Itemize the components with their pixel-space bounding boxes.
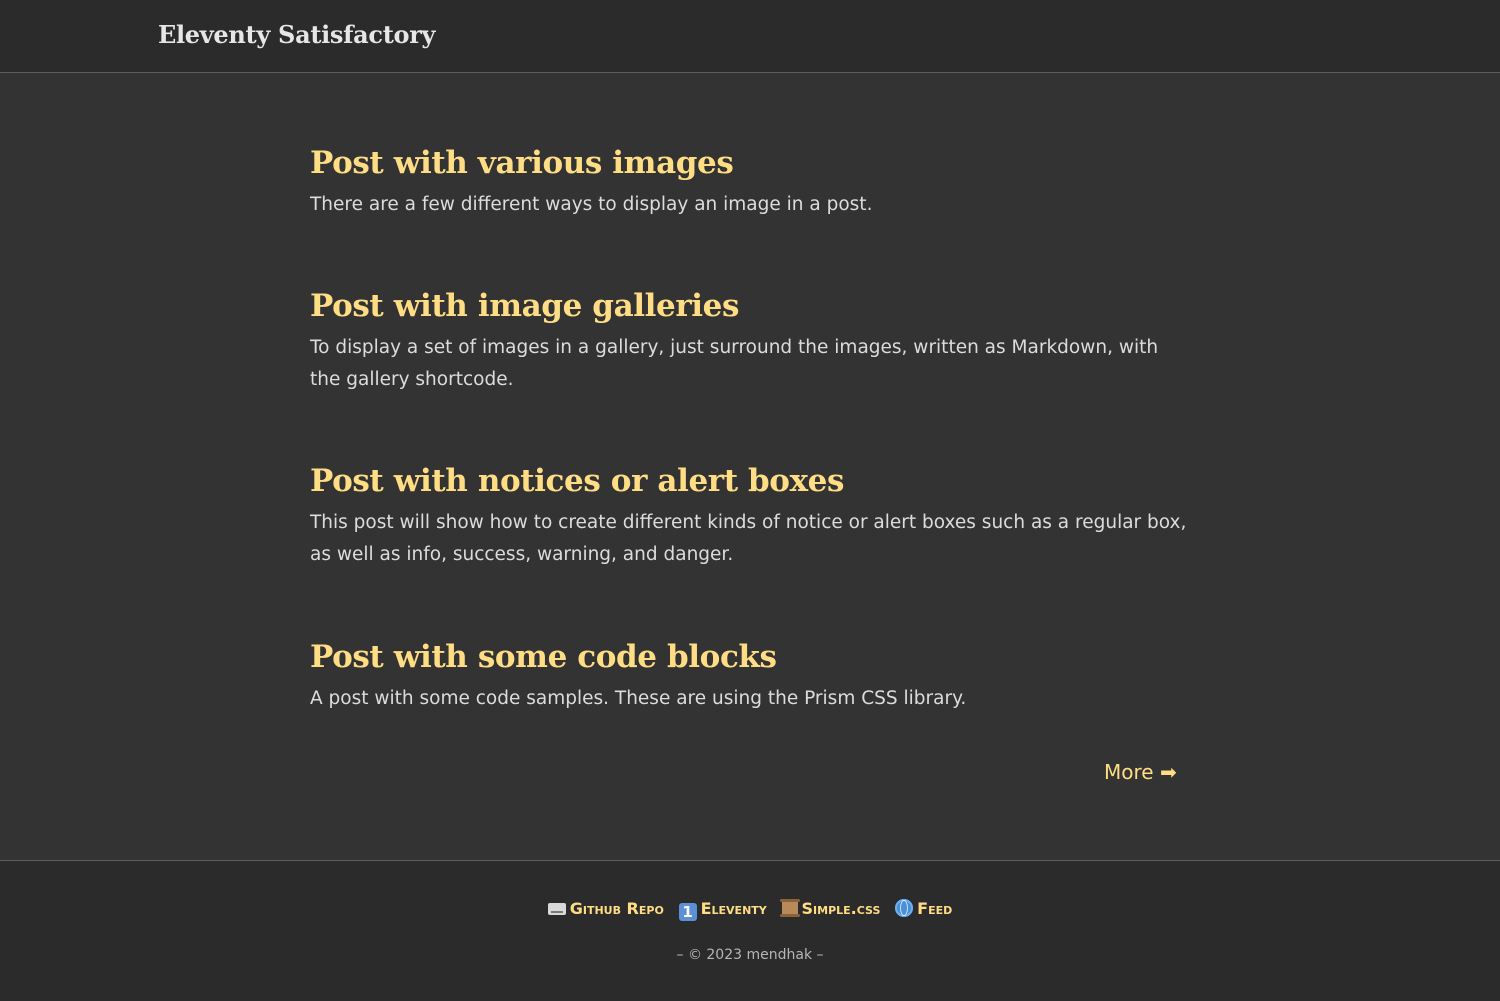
site-title-link[interactable]: Eleventy Satisfactory bbox=[158, 20, 436, 49]
globe-icon bbox=[895, 899, 914, 917]
post-item: Post with image galleries To display a s… bbox=[310, 286, 1190, 396]
footer-link-label: Simple.css bbox=[801, 899, 881, 918]
footer-links: Github Repo 1 Eleventy Simple.css Feed bbox=[0, 899, 1500, 921]
post-title-link[interactable]: Post with notices or alert boxes bbox=[310, 461, 1190, 501]
post-description: There are a few different ways to displa… bbox=[310, 194, 873, 215]
post-list: Post with various images There are a few… bbox=[310, 73, 1190, 860]
footer-link-label: Feed bbox=[917, 899, 953, 918]
footer-link-label: Eleventy bbox=[700, 899, 767, 918]
scroll-icon bbox=[779, 899, 800, 917]
more-posts-link[interactable]: More ➡ bbox=[1104, 760, 1177, 784]
post-title-link[interactable]: Post with image galleries bbox=[310, 286, 1190, 326]
post-title-link[interactable]: Post with some code blocks bbox=[310, 637, 1190, 677]
keyboard-icon bbox=[547, 903, 566, 915]
post-item: Post with some code blocks A post with s… bbox=[310, 637, 1190, 715]
post-description: This post will show how to create differ… bbox=[310, 512, 1187, 565]
post-item: Post with various images There are a few… bbox=[310, 143, 1190, 221]
keycap-one-icon: 1 bbox=[678, 903, 697, 921]
post-item: Post with notices or alert boxes This po… bbox=[310, 461, 1190, 571]
post-description: A post with some code samples. These are… bbox=[310, 688, 967, 709]
simple-css-link[interactable]: Simple.css bbox=[779, 899, 881, 918]
feed-link[interactable]: Feed bbox=[895, 899, 952, 918]
post-title-link[interactable]: Post with various images bbox=[310, 143, 1190, 183]
site-footer: Github Repo 1 Eleventy Simple.css Feed – … bbox=[0, 860, 1500, 1001]
copyright-text: – © 2023 mendhak – bbox=[676, 947, 824, 963]
github-repo-link[interactable]: Github Repo bbox=[547, 899, 664, 918]
footer-link-label: Github Repo bbox=[569, 899, 664, 918]
site-header: Eleventy Satisfactory bbox=[0, 0, 1500, 73]
post-description: To display a set of images in a gallery,… bbox=[310, 337, 1159, 390]
eleventy-link[interactable]: 1 Eleventy bbox=[678, 899, 767, 921]
